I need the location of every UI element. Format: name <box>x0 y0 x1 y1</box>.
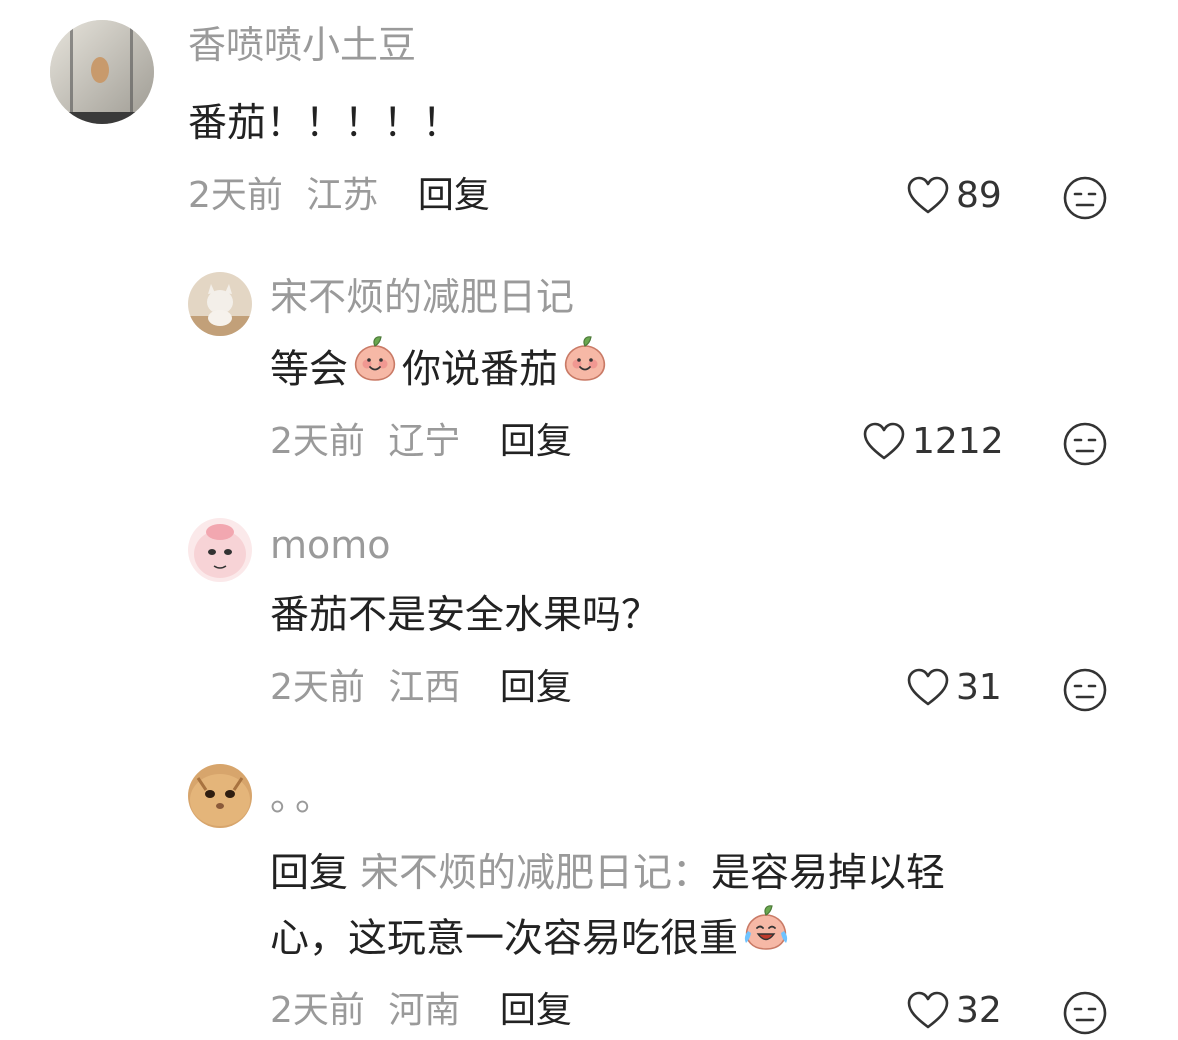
comment-time: 2天前 <box>270 667 365 708</box>
comment-1: 香喷喷小土豆 番茄！！！！！ 2天前 江苏 回复 89 <box>0 0 1178 240</box>
avatar-image <box>188 764 252 828</box>
neutral-face-icon <box>1063 991 1107 1035</box>
peach-smile-emoji <box>350 334 400 404</box>
comment-2: 宋不烦的减肥日记 等会 你说番茄 2天前 辽宁 回复 1212 <box>0 240 1178 490</box>
comment-text-part: 你说番茄 <box>402 347 559 393</box>
username[interactable]: 香喷喷小土豆 <box>188 22 416 68</box>
comment-meta: 2天前 江西 回复 <box>270 665 572 711</box>
reply-button[interactable]: 回复 <box>500 421 572 462</box>
comment-text: 等会 你说番茄 <box>270 334 612 407</box>
reply-prefix: 回复 <box>270 851 349 896</box>
reply-target-username[interactable]: 宋不烦的减肥日记： <box>360 851 711 896</box>
like-button[interactable]: 31 <box>906 665 1002 711</box>
like-count: 31 <box>956 667 1002 708</box>
comment-location: 辽宁 <box>388 421 461 462</box>
comment-time: 2天前 <box>270 990 365 1031</box>
heart-outline-icon <box>863 422 905 460</box>
reply-button[interactable]: 回复 <box>500 990 572 1031</box>
avatar[interactable] <box>50 20 154 124</box>
like-count: 89 <box>956 175 1002 216</box>
comment-text-line-2: 心，这玩意一次容易吃很重 <box>270 903 794 976</box>
reply-button[interactable]: 回复 <box>418 175 490 216</box>
comment-text-line-1: 回复 宋不烦的减肥日记：是容易掉以轻 <box>270 842 945 906</box>
avatar-image <box>50 20 154 124</box>
comment-4: 。。 回复 宋不烦的减肥日记：是容易掉以轻 心，这玩意一次容易吃很重 2天前 河南… <box>0 740 1178 1037</box>
like-button[interactable]: 1212 <box>862 419 1004 465</box>
peach-laugh-cry-emoji <box>740 903 792 973</box>
comment-location: 江苏 <box>306 175 379 216</box>
comment-text: 是容易掉以轻 <box>711 851 946 896</box>
like-button[interactable]: 32 <box>906 988 1002 1034</box>
comment-text: 番茄！！！！！ <box>188 101 462 146</box>
peach-smile-emoji <box>560 334 610 404</box>
like-button[interactable]: 89 <box>906 173 1002 219</box>
comment-text-part: 等会 <box>270 347 349 393</box>
heart-outline-icon <box>907 668 949 706</box>
heart-outline-icon <box>907 991 949 1029</box>
avatar-image <box>188 272 252 336</box>
comment-location: 河南 <box>388 990 461 1031</box>
comment-meta: 2天前 辽宁 回复 <box>270 419 572 465</box>
username[interactable]: 。。 <box>270 774 339 820</box>
comment-text: 番茄不是安全水果吗？ <box>270 593 661 638</box>
like-count: 32 <box>956 990 1002 1031</box>
dislike-button[interactable] <box>1062 421 1108 471</box>
username[interactable]: 宋不烦的减肥日记 <box>270 274 574 320</box>
neutral-face-icon <box>1063 668 1107 712</box>
neutral-face-icon <box>1063 176 1107 220</box>
avatar-image <box>188 518 252 582</box>
comment-time: 2天前 <box>270 421 365 462</box>
comment-text: 心，这玩意一次容易吃很重 <box>270 916 739 962</box>
heart-outline-icon <box>907 176 949 214</box>
comment-time: 2天前 <box>188 175 283 216</box>
dislike-button[interactable] <box>1062 990 1108 1040</box>
comment-meta: 2天前 河南 回复 <box>270 988 572 1034</box>
reply-button[interactable]: 回复 <box>500 667 572 708</box>
neutral-face-icon <box>1063 422 1107 466</box>
dislike-button[interactable] <box>1062 667 1108 717</box>
username[interactable]: momo <box>270 522 391 568</box>
avatar[interactable] <box>188 518 252 582</box>
like-count: 1212 <box>912 421 1004 462</box>
comment-3: momo 番茄不是安全水果吗？ 2天前 江西 回复 31 <box>0 490 1178 740</box>
avatar[interactable] <box>188 764 252 828</box>
comment-meta: 2天前 江苏 回复 <box>188 173 490 219</box>
dislike-button[interactable] <box>1062 175 1108 225</box>
avatar[interactable] <box>188 272 252 336</box>
comment-location: 江西 <box>388 667 461 708</box>
